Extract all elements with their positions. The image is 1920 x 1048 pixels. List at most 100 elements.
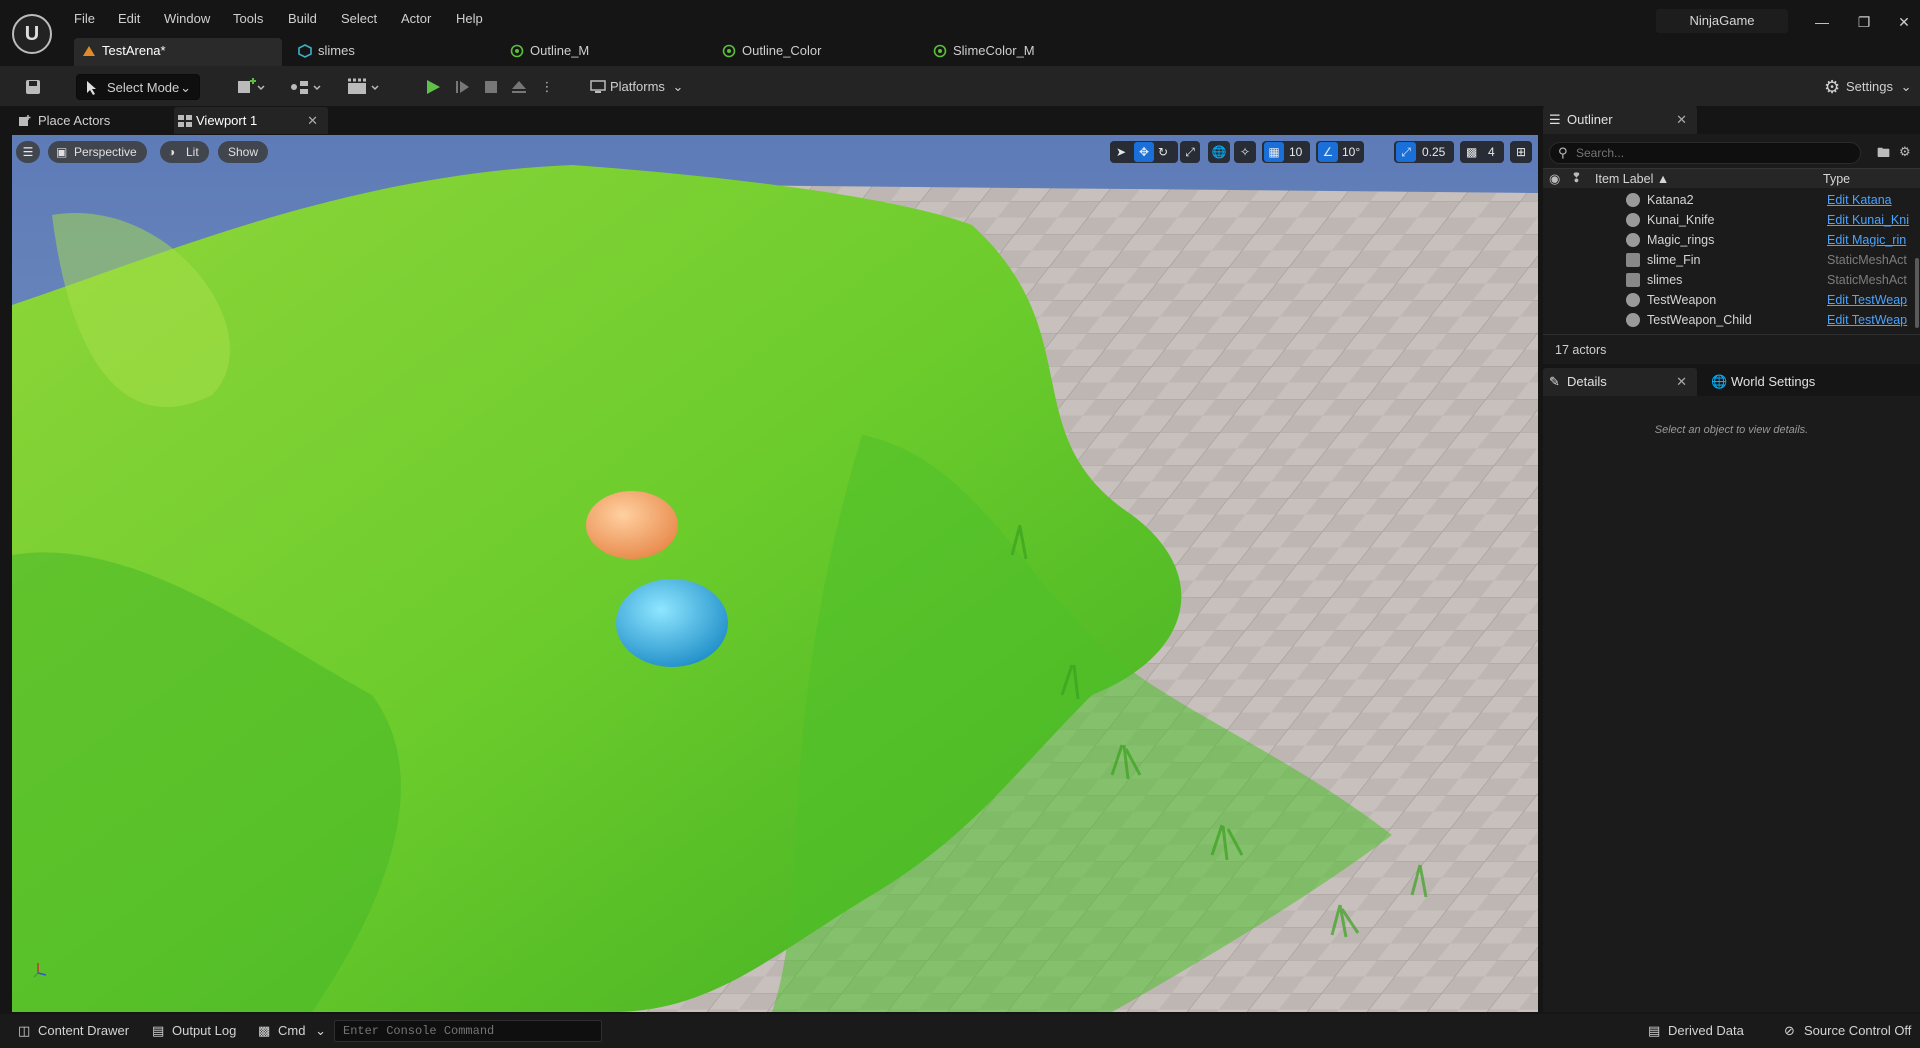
blueprint-icon[interactable] (290, 74, 330, 100)
column-item-label[interactable]: Item Label ▲ (1595, 172, 1669, 186)
search-field[interactable] (1576, 145, 1846, 161)
outliner-row[interactable]: Magic_rings Edit Magic_rin (1543, 230, 1920, 250)
outliner-search-input[interactable]: ⚲ (1549, 142, 1861, 164)
visibility-eye-icon[interactable]: ◉ (1549, 171, 1560, 187)
stop-icon[interactable] (482, 74, 504, 100)
outliner-row[interactable]: slime_Fin StaticMeshAct (1543, 250, 1920, 270)
details-title: Details (1567, 374, 1607, 389)
tab-details[interactable]: ✎ Details ✕ (1543, 368, 1697, 396)
close-window-icon[interactable]: ✕ (1892, 10, 1916, 34)
level-viewport[interactable]: ☰ ▣ Perspective ◑ Lit Show ➤ ✥ ↻ ⤢ 🌐 ✧ ▦… (12, 135, 1538, 1012)
perspective-button[interactable]: ▣ Perspective (48, 141, 147, 163)
tab-label: Place Actors (38, 113, 111, 128)
scale-icon[interactable]: ⤢ (1180, 141, 1200, 163)
step-icon[interactable] (454, 74, 476, 100)
menu-tools[interactable]: Tools (233, 11, 263, 31)
orange-slime-sphere[interactable] (586, 491, 678, 559)
doc-tab-slimes[interactable]: slimes (290, 38, 490, 66)
grid-snap-toggle[interactable]: ▦ 10 (1262, 141, 1310, 163)
doc-tab-testarena[interactable]: TestArena* (74, 38, 282, 66)
menu-edit[interactable]: Edit (118, 11, 140, 31)
surface-snap-icon[interactable]: ✧ (1234, 141, 1256, 163)
scale-snap-toggle[interactable]: ⤢ 0.25 (1394, 141, 1454, 163)
source-control-button[interactable]: ⊘ Source Control Off (1782, 1018, 1916, 1044)
outliner-settings-gear-icon[interactable]: ⚙ (1899, 144, 1911, 160)
cmd-dropdown[interactable]: ▩ Cmd ⌄ (256, 1018, 326, 1044)
play-icon[interactable] (424, 74, 446, 100)
close-tab-icon[interactable]: ✕ (1676, 106, 1687, 134)
outliner-row[interactable]: Katana2 Edit Katana (1543, 190, 1920, 210)
tab-world-settings[interactable]: 🌐 World Settings (1707, 368, 1857, 396)
world-space-icon[interactable]: 🌐 (1208, 141, 1230, 163)
output-log-button[interactable]: ▤ Output Log (150, 1018, 244, 1044)
row-type-link[interactable]: Edit TestWeap (1827, 310, 1911, 330)
menu-help[interactable]: Help (456, 11, 483, 31)
pin-icon[interactable]: ❢ (1571, 170, 1582, 186)
layout-icon[interactable]: ⊞ (1510, 141, 1532, 163)
menu-file[interactable]: File (74, 11, 95, 31)
tab-outliner[interactable]: ☰ Outliner ✕ (1543, 106, 1697, 134)
content-drawer-label: Content Drawer (38, 1023, 130, 1038)
close-tab-icon[interactable]: ✕ (307, 107, 318, 134)
select-arrow-icon[interactable]: ➤ (1116, 141, 1126, 163)
row-label: slimes (1647, 273, 1683, 287)
play-options-icon[interactable]: ⋮ (540, 74, 554, 100)
chevron-down-icon: ⌄ (1900, 79, 1912, 94)
chevron-down-icon: ⌄ (672, 79, 684, 94)
gear-icon: ⚙ (1824, 77, 1841, 97)
menu-window[interactable]: Window (164, 11, 210, 31)
angle-snap-icon: ∠ (1318, 142, 1338, 162)
outliner-row[interactable]: TestWeapon_Child Edit TestWeap (1543, 310, 1920, 330)
outliner-header: ◉ ❢ Item Label ▲ Type (1543, 168, 1920, 188)
viewport-scene[interactable] (12, 135, 1538, 1012)
menu-build[interactable]: Build (288, 11, 317, 31)
row-type-link[interactable]: Edit Kunai_Kni (1827, 210, 1911, 230)
doc-tab-outline-color[interactable]: Outline_Color (714, 38, 914, 66)
menu-select[interactable]: Select (341, 11, 377, 31)
row-type-link[interactable]: Edit Magic_rin (1827, 230, 1911, 250)
static-mesh-icon (1626, 253, 1640, 267)
lit-sphere-icon: ◑ (168, 145, 176, 159)
row-type-link[interactable]: Edit Katana (1827, 190, 1911, 210)
title-bar: U File Edit Window Tools Build Select Ac… (0, 0, 1920, 66)
derived-data-label: Derived Data (1668, 1023, 1744, 1038)
eject-icon[interactable] (510, 74, 532, 100)
main-toolbar: Select Mode ⌄ ⋮ Platforms ⌄ ⚙ Settings ⌄ (0, 66, 1920, 106)
minimize-icon[interactable]: — (1810, 10, 1834, 34)
row-type-link[interactable]: Edit TestWeap (1827, 290, 1911, 310)
doc-tab-outline-m[interactable]: Outline_M (502, 38, 702, 66)
select-mode-dropdown[interactable]: Select Mode ⌄ (76, 74, 200, 100)
cinematics-icon[interactable] (346, 74, 386, 100)
tab-place-actors[interactable]: Place Actors (16, 107, 166, 134)
tab-viewport-1[interactable]: Viewport 1 ✕ (174, 107, 328, 134)
derived-data-button[interactable]: ▤ Derived Data (1646, 1018, 1758, 1044)
blue-slime-sphere[interactable] (616, 579, 728, 667)
show-button[interactable]: Show (218, 141, 269, 163)
outliner-scrollbar[interactable] (1915, 258, 1919, 328)
add-folder-icon[interactable]: 🖿 (1877, 144, 1890, 166)
close-tab-icon[interactable]: ✕ (1676, 368, 1687, 396)
lit-button[interactable]: ◑ Lit (160, 141, 209, 163)
column-type[interactable]: Type (1823, 172, 1850, 186)
save-icon[interactable] (24, 74, 44, 100)
outliner-row[interactable]: Kunai_Knife Edit Kunai_Kni (1543, 210, 1920, 230)
restore-icon[interactable]: ❐ (1852, 10, 1876, 34)
doc-tab-label: TestArena* (102, 43, 166, 58)
content-drawer-button[interactable]: ◫ Content Drawer (16, 1018, 134, 1044)
camera-speed-button[interactable]: ▩ 4 (1460, 141, 1504, 163)
source-control-off-icon: ⊘ (1784, 1023, 1795, 1038)
console-command-input[interactable] (334, 1020, 602, 1042)
doc-tab-slimecolor-m[interactable]: SlimeColor_M (925, 38, 1125, 66)
outliner-row[interactable]: slimes StaticMeshAct (1543, 270, 1920, 290)
rotate-icon[interactable]: ↻ (1158, 141, 1168, 163)
translate-icon[interactable]: ✥ (1134, 142, 1154, 162)
menu-actor[interactable]: Actor (401, 11, 431, 31)
viewport-menu-icon[interactable]: ☰ (16, 141, 40, 163)
add-actor-icon[interactable] (236, 74, 272, 100)
platforms-dropdown[interactable]: Platforms ⌄ (588, 74, 684, 100)
actor-icon (1626, 293, 1640, 307)
settings-dropdown[interactable]: ⚙ Settings ⌄ (1822, 74, 1914, 100)
rotation-snap-toggle[interactable]: ∠ 10° (1316, 141, 1364, 163)
outliner-row[interactable]: TestWeapon Edit TestWeap (1543, 290, 1920, 310)
unreal-logo-icon[interactable]: U (12, 14, 52, 54)
